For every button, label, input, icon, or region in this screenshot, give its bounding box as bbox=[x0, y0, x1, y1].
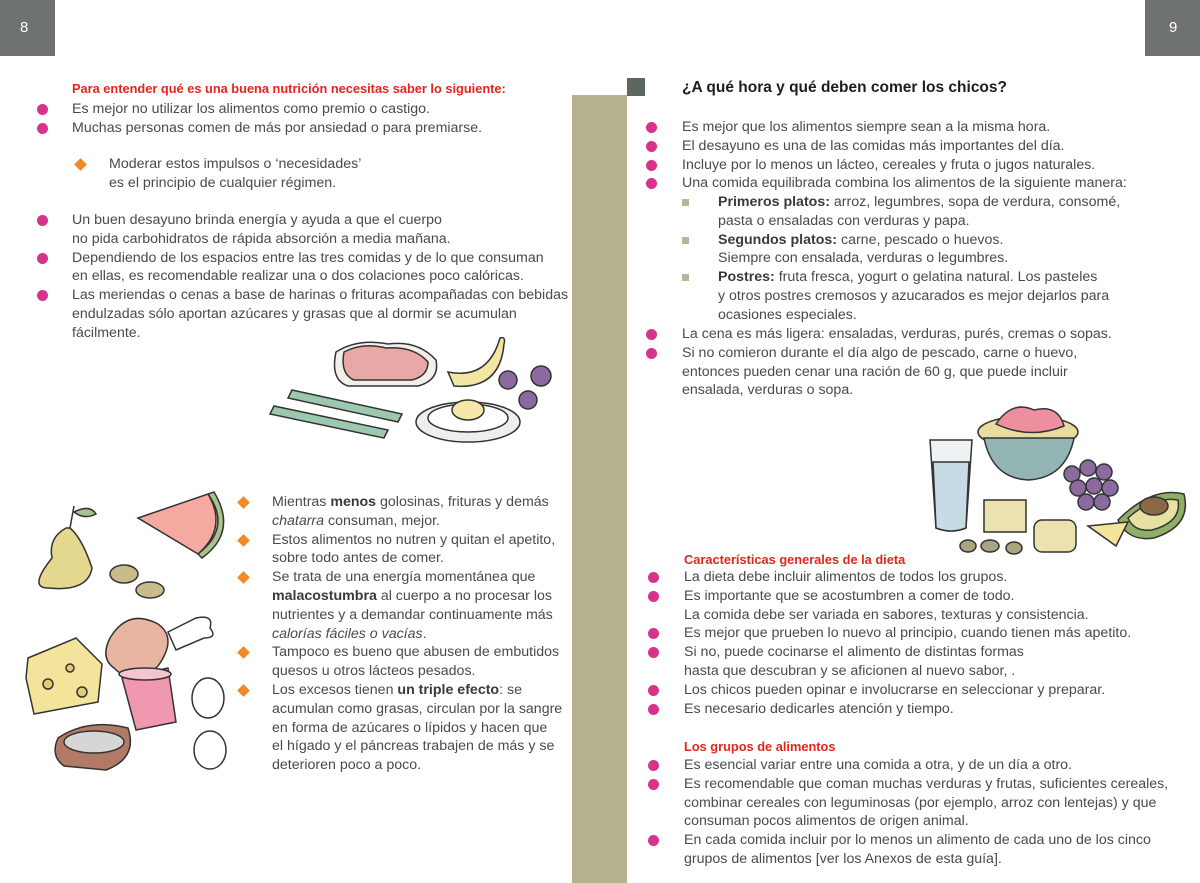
meal-item: Postres: fruta fresca, yogurt o gelatina… bbox=[682, 268, 1138, 324]
diet-bullets: La dieta debe incluir alimentos de todos… bbox=[648, 568, 1174, 719]
bullet-dot bbox=[646, 122, 657, 133]
food-illustration-left bbox=[25, 491, 227, 771]
right-bullets-2: La cena es más ligera: ensaladas, verdur… bbox=[646, 325, 1172, 400]
list-item: Dependiendo de los espacios entre las tr… bbox=[37, 249, 552, 287]
bullet-dot bbox=[648, 572, 659, 583]
list-item: El desayuno es una de las comidas más im… bbox=[646, 137, 1172, 156]
food-illustration-top bbox=[268, 336, 552, 443]
list-item: Es mejor que prueben lo nuevo al princip… bbox=[648, 624, 1174, 643]
left-bullets-2: Un buen desayuno brinda energía y ayuda … bbox=[37, 211, 568, 343]
bullet-dot bbox=[37, 122, 48, 134]
bullet-dot bbox=[646, 347, 657, 359]
list-item: Es esencial variar entre una comida a ot… bbox=[648, 756, 1184, 775]
diamond-bullet bbox=[237, 684, 250, 697]
page-number-right: 9 bbox=[1145, 0, 1200, 56]
bullet-dot bbox=[648, 703, 659, 715]
groups-bullets: Es esencial variar entre una comida a ot… bbox=[648, 756, 1184, 869]
tip-item: Mientras menos golosinas, frituras y dem… bbox=[237, 493, 572, 531]
diamond-bullet bbox=[74, 158, 87, 171]
bullet-dot bbox=[646, 159, 657, 171]
intro-heading: Para entender qué es una buena nutrición… bbox=[72, 81, 506, 96]
bullet-dot bbox=[37, 215, 48, 226]
diamond-bullet bbox=[237, 533, 250, 547]
left-diamond-note: Moderar estos impulsos o ‘necesidades’ e… bbox=[74, 155, 509, 193]
square-bullet bbox=[682, 199, 689, 206]
list-item: Es mejor que los alimentos siempre sean … bbox=[646, 118, 1172, 137]
tip-item: Tampoco es bueno que abusen de embutidos… bbox=[237, 643, 572, 681]
diamond-bullet bbox=[237, 496, 250, 509]
list-item: Incluye por lo menos un lácteo, cereales… bbox=[646, 156, 1172, 175]
left-tips: Mientras menos golosinas, frituras y dem… bbox=[237, 493, 572, 775]
diamond-bullet bbox=[237, 646, 250, 660]
list-item: La dieta debe incluir alimentos de todos… bbox=[648, 568, 1174, 587]
list-item: Los chicos pueden opinar e involucrarse … bbox=[648, 681, 1174, 700]
list-item: Muchas personas comen de más por ansieda… bbox=[37, 119, 552, 138]
left-intro: Para entender qué es una buena nutrición… bbox=[37, 80, 552, 138]
page-number-left: 8 bbox=[0, 0, 55, 56]
bullet-dot bbox=[37, 290, 48, 302]
list-item: Es importante que se acostumbren a comer… bbox=[648, 587, 1174, 625]
title-marker bbox=[627, 78, 645, 96]
meal-item: Primeros platos: arroz, legumbres, sopa … bbox=[682, 193, 1138, 231]
diet-heading: Características generales de la dieta bbox=[684, 552, 906, 567]
bullet-dot bbox=[648, 684, 659, 696]
groups-heading: Los grupos de alimentos bbox=[684, 739, 836, 754]
tip-item: Estos alimentos no nutren y quitan el ap… bbox=[237, 531, 572, 569]
list-item: Una comida equilibrada combina los alime… bbox=[646, 174, 1172, 193]
list-item: Si no, puede cocinarse el alimento de di… bbox=[648, 643, 1174, 681]
list-item: La cena es más ligera: ensaladas, verdur… bbox=[646, 325, 1172, 344]
list-item: Es necesario dedicarles atención y tiemp… bbox=[648, 700, 1174, 719]
bullet-dot bbox=[648, 647, 659, 659]
bullet-dot bbox=[646, 329, 657, 340]
list-item: Es mejor no utilizar los alimentos como … bbox=[37, 100, 552, 119]
bullet-dot bbox=[648, 760, 659, 771]
page-title: ¿A qué hora y qué deben comer los chicos… bbox=[682, 79, 1007, 96]
diamond-bullet bbox=[237, 571, 250, 585]
bullet-dot bbox=[37, 103, 48, 115]
meals-list: Primeros platos: arroz, legumbres, sopa … bbox=[682, 193, 1138, 325]
list-item: Un buen desayuno brinda energía y ayuda … bbox=[37, 211, 552, 249]
tip-item: Se trata de una energía momentánea que m… bbox=[237, 568, 572, 643]
food-illustration-right bbox=[929, 406, 1187, 555]
square-bullet bbox=[682, 236, 689, 244]
bullet-dot bbox=[648, 590, 659, 602]
square-bullet bbox=[682, 274, 689, 282]
tip-item: Los excesos tienen un triple efecto: se … bbox=[237, 681, 572, 775]
list-item: En cada comida incluir por lo menos un a… bbox=[648, 831, 1184, 869]
bullet-dot bbox=[37, 252, 48, 264]
list-item: Si no comieron durante el día algo de pe… bbox=[646, 344, 1172, 400]
meal-item: Segundos platos: carne, pescado o huevos… bbox=[682, 231, 1138, 269]
bullet-dot bbox=[646, 178, 657, 190]
center-spine bbox=[572, 95, 627, 883]
right-bullets-1: Es mejor que los alimentos siempre sean … bbox=[646, 118, 1172, 193]
bullet-dot bbox=[646, 140, 657, 152]
list-item: Es recomendable que coman muchas verdura… bbox=[648, 775, 1184, 831]
bullet-dot bbox=[648, 835, 659, 847]
bullet-dot bbox=[648, 628, 659, 640]
bullet-dot bbox=[648, 778, 659, 790]
